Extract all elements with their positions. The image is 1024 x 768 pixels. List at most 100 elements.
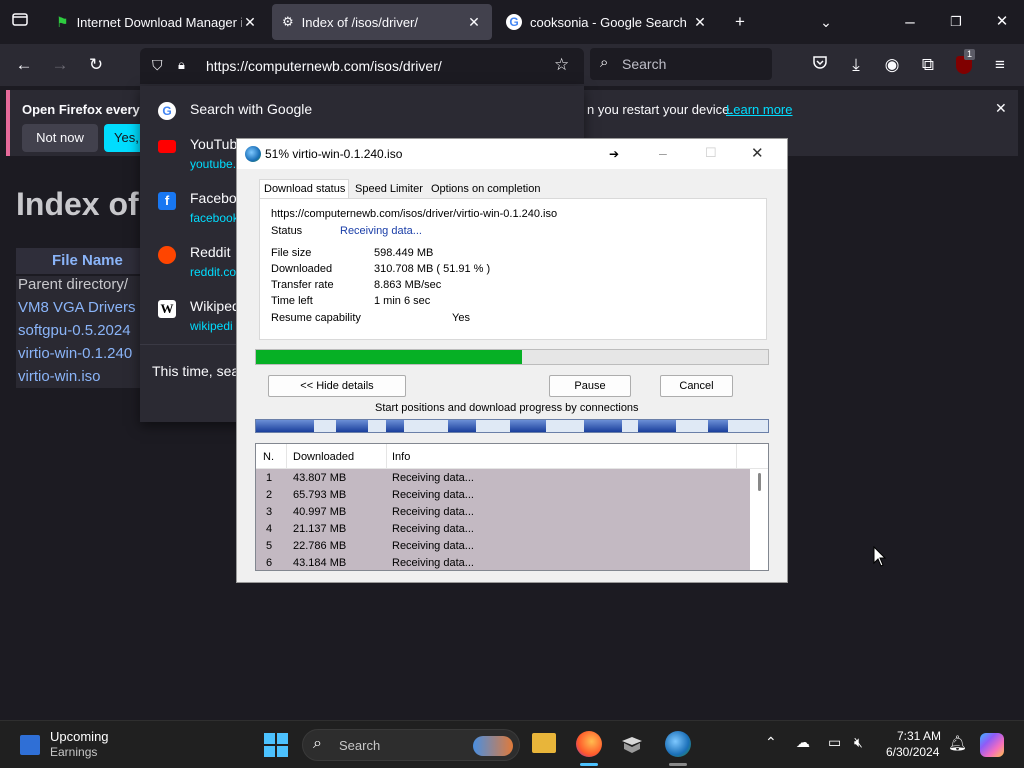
lock-icon[interactable]: 🔒︎ (178, 57, 185, 73)
row-n: 2 (266, 489, 273, 501)
table-row[interactable]: 6 43.184 MB Receiving data... (256, 555, 750, 570)
close-window-icon[interactable]: ✕ (990, 10, 1014, 34)
column-header-downloaded[interactable]: Downloaded (293, 451, 354, 463)
tab-bar: ⚑ Internet Download Manager is a ✕ ⚙ Ind… (0, 0, 1024, 44)
pocket-icon[interactable] (808, 53, 832, 77)
firefox-icon[interactable] (576, 731, 602, 757)
clock-date[interactable]: 6/30/2024 (886, 745, 939, 759)
chart-icon (20, 735, 40, 755)
file-link[interactable]: VM8 VGA Drivers (18, 299, 136, 316)
table-row[interactable]: 5 22.786 MB Receiving data... (256, 538, 750, 555)
search-icon: ⌕ (313, 735, 322, 752)
minimize-icon[interactable]: – (898, 10, 922, 34)
cloud-offline-icon[interactable]: ☁ (796, 734, 810, 751)
suggestion-label: Search with Google (190, 101, 313, 117)
clock-time[interactable]: 7:31 AM (897, 729, 941, 743)
time-left-label: Time left (271, 295, 313, 307)
pause-button[interactable]: Pause (549, 375, 631, 397)
table-row[interactable]: 2 65.793 MB Receiving data... (256, 487, 750, 504)
column-divider (736, 444, 737, 469)
row-downloaded: 22.786 MB (293, 540, 347, 552)
file-link[interactable]: softgpu-0.5.2024 (18, 322, 131, 339)
tab-options-on-completion[interactable]: Options on completion (431, 183, 540, 195)
connection-segment (336, 420, 368, 432)
back-icon[interactable]: ← (12, 53, 36, 77)
row-n: 4 (266, 523, 273, 535)
chevron-down-icon[interactable]: ⌄ (814, 10, 838, 34)
copilot-icon[interactable] (980, 733, 1004, 757)
tab-list-icon[interactable] (8, 10, 32, 34)
hide-details-button[interactable]: << Hide details (268, 375, 406, 397)
file-link[interactable]: Parent directory/ (18, 276, 128, 293)
downloaded-label: Downloaded (271, 263, 333, 275)
column-header-info[interactable]: Info (392, 451, 410, 463)
not-now-button[interactable]: Not now (22, 124, 98, 152)
table-row[interactable]: 1 43.807 MB Receiving data... (256, 470, 750, 487)
table-header: N. Downloaded Info (256, 444, 768, 469)
shield-icon[interactable]: ⛉ (152, 57, 163, 74)
windows-start-icon[interactable] (264, 733, 288, 757)
connections-progress-bar (255, 419, 769, 433)
close-tab-icon[interactable]: ✕ (242, 14, 258, 31)
maximize-icon[interactable]: ☐ (705, 145, 717, 161)
volume-muted-icon[interactable]: 🔇︎ (854, 734, 863, 751)
account-icon[interactable]: ◉ (880, 53, 904, 77)
tab-download-status[interactable]: Download status (259, 179, 349, 199)
close-tab-icon[interactable]: ✕ (466, 14, 482, 31)
flag-icon: ⚑ (56, 13, 69, 30)
tab-idm[interactable]: ⚑ Internet Download Manager is a ✕ (46, 4, 268, 40)
suggestion-url: reddit.co (190, 265, 237, 279)
tab-google[interactable]: G cooksonia - Google Search ✕ (496, 4, 718, 40)
tab-label: Download status (264, 183, 346, 195)
close-icon[interactable]: ✕ (995, 100, 1007, 117)
new-tab-icon[interactable]: + (728, 10, 752, 34)
widgets-button[interactable]: Upcoming Earnings (10, 727, 130, 763)
forward-icon[interactable]: → (48, 53, 72, 77)
menu-icon[interactable]: ≡ (988, 53, 1012, 77)
download-icon[interactable]: ⤓ (844, 53, 868, 77)
cancel-button[interactable]: Cancel (660, 375, 733, 397)
search-box[interactable]: ⌕ Search (590, 48, 772, 80)
url-text[interactable]: https://computernewb.com/isos/driver/ (206, 58, 442, 74)
url-bar[interactable]: ⛉ 🔒︎ https://computernewb.com/isos/drive… (140, 48, 584, 84)
progress-fill (256, 350, 522, 364)
ublock-icon[interactable]: 1 (952, 49, 976, 77)
restore-icon[interactable]: ❐ (944, 10, 968, 34)
table-row[interactable]: 4 21.137 MB Receiving data... (256, 521, 750, 538)
learn-more-link[interactable]: Learn more (726, 102, 792, 117)
table-row[interactable]: 3 40.997 MB Receiving data... (256, 504, 750, 521)
app-icon[interactable] (620, 733, 644, 755)
bell-icon[interactable]: 🔔︎ (948, 734, 967, 752)
network-icon[interactable]: ▭ (828, 734, 841, 751)
row-n: 5 (266, 540, 273, 552)
reload-icon[interactable]: ↻ (84, 53, 108, 77)
file-link[interactable]: virtio-win.iso (18, 368, 101, 385)
extensions-icon[interactable]: ⧉ (916, 53, 940, 77)
taskbar-search[interactable]: ⌕ Search (302, 729, 520, 761)
idm-taskbar-icon[interactable] (665, 731, 691, 757)
connection-segment (448, 420, 476, 432)
star-icon[interactable]: ☆ (554, 55, 569, 75)
transfer-rate-label: Transfer rate (271, 279, 334, 291)
status-label: Status (271, 225, 303, 237)
file-list: Parent directory/ VM8 VGA Drivers softgp… (16, 276, 140, 388)
transfer-rate-value: 8.863 MB/sec (374, 279, 442, 291)
widget-subtitle: Earnings (50, 745, 98, 759)
column-header-n[interactable]: N. (263, 451, 274, 463)
search-placeholder: Search (622, 56, 667, 72)
downloaded-value: 310.708 MB ( 51.91 % ) (374, 263, 491, 275)
tab-index-of[interactable]: ⚙ Index of /isos/driver/ ✕ (272, 4, 492, 40)
tab-speed-limiter[interactable]: Speed Limiter (355, 183, 423, 195)
download-progress-bar (255, 349, 769, 365)
minimize-icon[interactable]: – (659, 145, 667, 161)
close-tab-icon[interactable]: ✕ (692, 14, 708, 31)
table-scrollbar[interactable] (752, 469, 768, 570)
chevron-up-icon[interactable]: ⌃ (765, 734, 777, 751)
file-link[interactable]: virtio-win-0.1.240 (18, 345, 132, 362)
close-icon[interactable]: ✕ (751, 144, 764, 162)
idm-titlebar[interactable]: 51% virtio-win-0.1.240.iso ➔ – ☐ ✕ (237, 139, 787, 169)
scrollbar-thumb[interactable] (758, 473, 761, 491)
column-header-file-name[interactable]: File Name (52, 252, 123, 269)
file-explorer-icon[interactable] (532, 733, 556, 753)
table-header: File Name (16, 248, 140, 274)
